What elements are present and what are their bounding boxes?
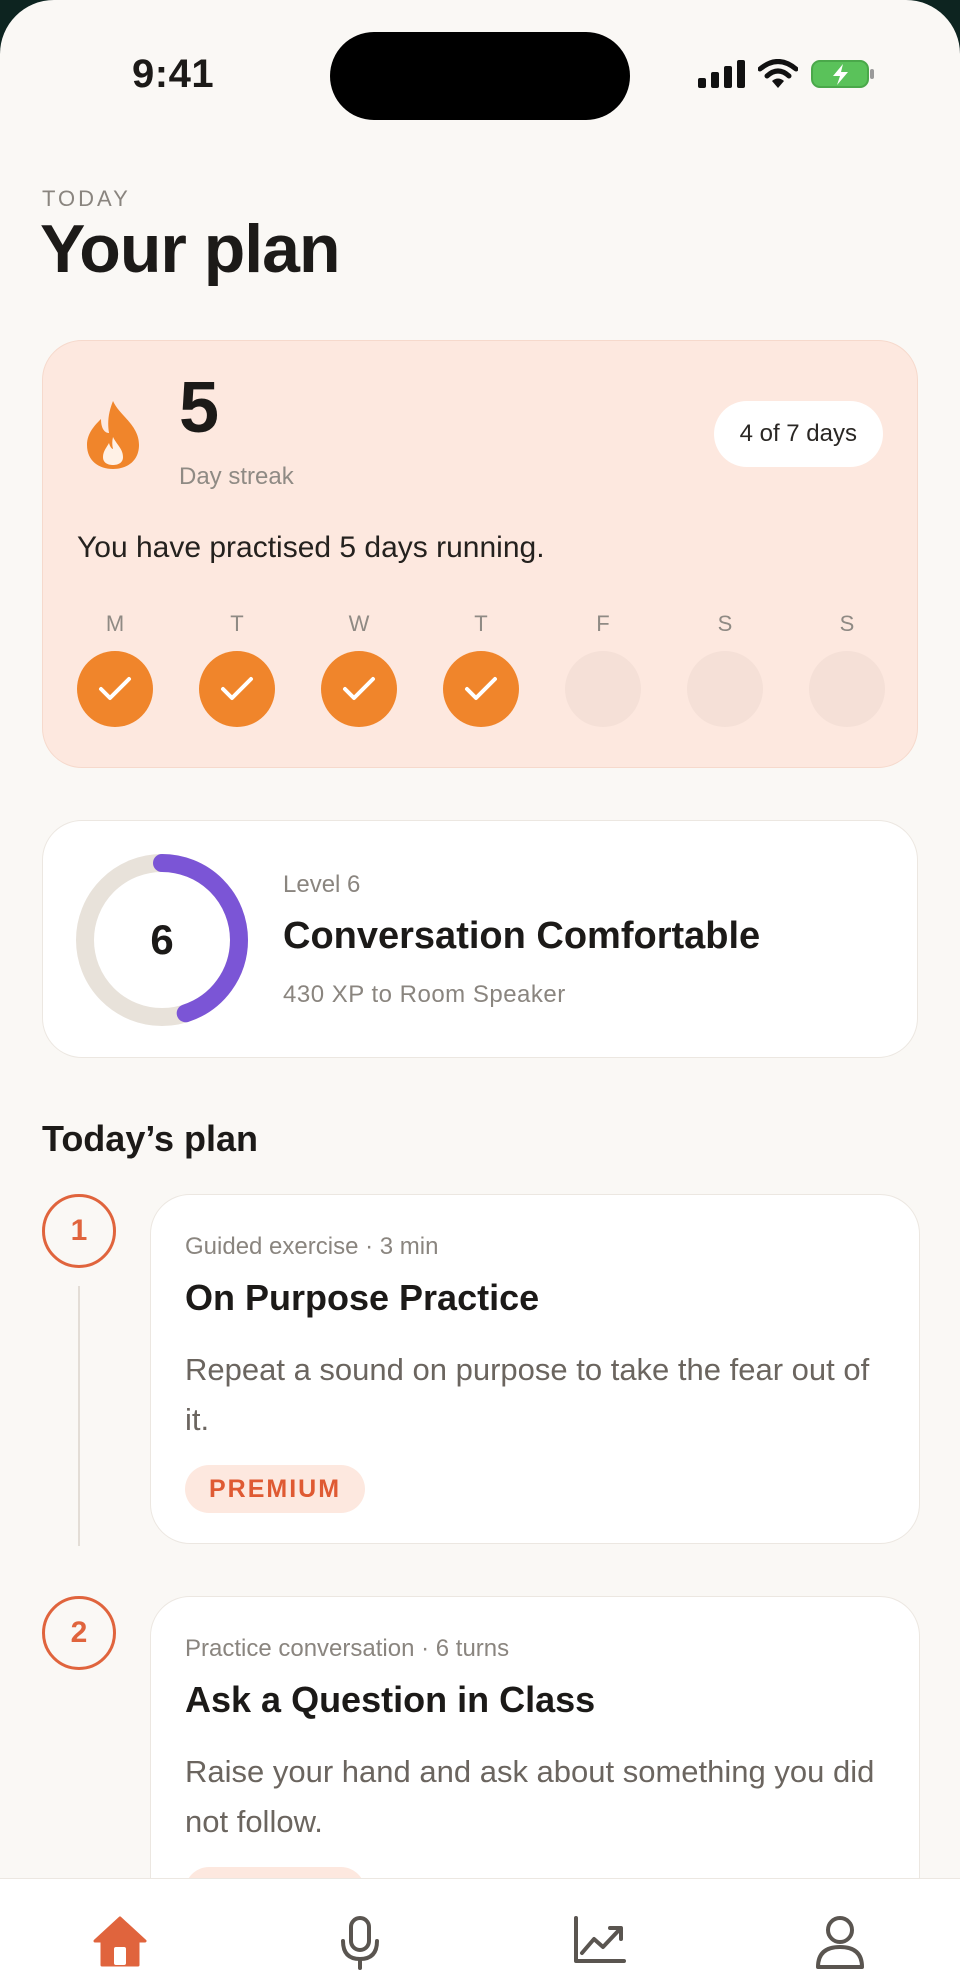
level-number: 6	[150, 916, 174, 963]
day-letter: M	[105, 611, 125, 636]
plan-item-title: Ask a Question in Class	[185, 1679, 596, 1720]
status-time: 9:41	[132, 52, 215, 96]
level-xp-remaining: 430 XP to Room Speaker	[283, 981, 566, 1008]
week-tracker: M T W T F S S	[77, 611, 885, 727]
day-status	[565, 651, 641, 727]
plan-section-title: Today’s plan	[42, 1118, 259, 1159]
microphone-icon	[341, 1916, 379, 1970]
check-icon	[99, 677, 131, 700]
day-status	[443, 651, 519, 727]
day-column: T	[443, 611, 519, 727]
bottom-tab-bar	[0, 1878, 960, 1980]
step-number: 1	[42, 1194, 116, 1268]
streak-count: 5	[179, 368, 220, 448]
premium-badge: PREMIUM	[185, 1465, 366, 1513]
plan-item-meta: Guided exercise · 3 min	[185, 1233, 439, 1260]
day-column: T	[199, 611, 275, 727]
day-letter: S	[839, 611, 855, 636]
day-column: S	[687, 611, 763, 727]
header-eyebrow: TODAY	[42, 186, 131, 211]
signal-icon	[698, 60, 745, 88]
day-column: W	[321, 611, 397, 727]
tab-profile[interactable]	[720, 1879, 960, 1980]
check-icon	[343, 677, 375, 700]
level-card[interactable]: 6 Level 6 Conversation Comfortable 430 X…	[42, 820, 918, 1058]
day-letter: S	[717, 611, 733, 636]
tab-home[interactable]	[0, 1879, 240, 1980]
plan-item-description: Raise your hand and ask about something …	[185, 1754, 875, 1839]
flame-icon	[87, 401, 139, 469]
day-status	[77, 651, 153, 727]
profile-icon	[816, 1916, 864, 1969]
tab-progress[interactable]	[480, 1879, 720, 1980]
home-icon	[93, 1916, 147, 1967]
plan-item-description: Repeat a sound on purpose to take the fe…	[185, 1352, 870, 1437]
page-title: Your plan	[40, 211, 341, 287]
streak-message: You have practised 5 days running.	[77, 531, 545, 564]
day-status	[809, 651, 885, 727]
dynamic-island	[330, 32, 630, 120]
streak-card[interactable]: 5 Day streak 4 of 7 days You have practi…	[42, 340, 918, 768]
day-status	[199, 651, 275, 727]
day-letter: F	[596, 611, 610, 636]
battery-charging-icon	[811, 60, 874, 88]
app-screen: 9:41 TODAY Your plan 5 Day streak 4 of 7	[0, 0, 960, 1980]
level-title: Conversation Comfortable	[283, 915, 761, 957]
status-icons	[698, 58, 876, 90]
streak-label: Day streak	[179, 463, 294, 490]
level-label: Level 6	[283, 871, 361, 898]
day-status	[321, 651, 397, 727]
tab-practice[interactable]	[240, 1879, 480, 1980]
check-icon	[221, 677, 253, 700]
day-column: S	[809, 611, 885, 727]
day-letter: W	[348, 611, 370, 636]
plan-item-meta: Practice conversation · 6 turns	[185, 1635, 510, 1662]
step-number: 2	[42, 1596, 116, 1670]
days-progress-pill: 4 of 7 days	[713, 401, 883, 467]
day-column: M	[77, 611, 153, 727]
plan-item-card[interactable]: Guided exercise · 3 min On Purpose Pract…	[150, 1194, 920, 1544]
day-letter: T	[474, 611, 488, 636]
step-connector	[78, 1286, 80, 1546]
day-column: F	[565, 611, 641, 727]
plan-item-title: On Purpose Practice	[185, 1277, 540, 1318]
day-status	[687, 651, 763, 727]
check-icon	[465, 677, 497, 700]
chart-icon	[574, 1916, 626, 1963]
wifi-icon	[758, 59, 798, 88]
day-letter: T	[230, 611, 244, 636]
